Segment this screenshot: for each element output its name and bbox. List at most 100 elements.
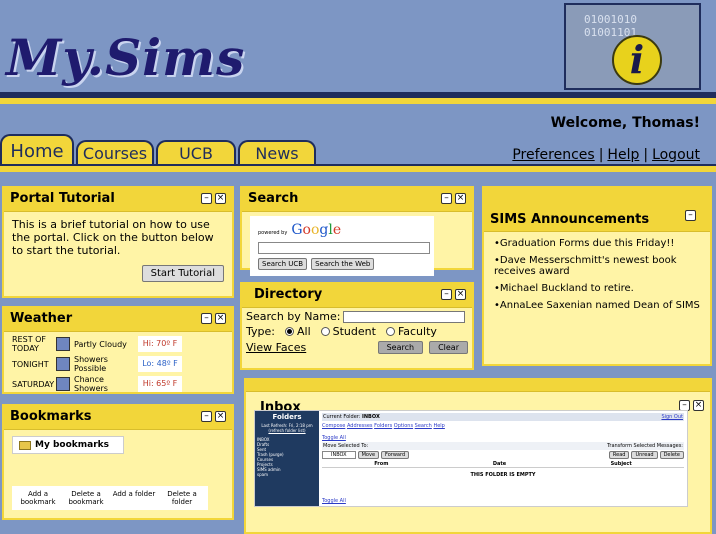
toggle-all-link[interactable]: Toggle All [322, 435, 684, 441]
minimize-icon[interactable]: – [201, 193, 212, 204]
tutorial-text: This is a brief tutorial on how to use t… [12, 218, 214, 257]
bookmarks-panel: Bookmarks – × My bookmarks Add a bookmar… [2, 404, 234, 520]
directory-clear-button[interactable]: Clear [429, 341, 468, 354]
folders-link[interactable]: Folders [374, 423, 392, 429]
start-tutorial-button[interactable]: Start Tutorial [141, 265, 224, 282]
bookmark-folder[interactable]: My bookmarks [12, 436, 124, 454]
radio-faculty[interactable] [385, 327, 395, 336]
minimize-icon[interactable]: – [201, 313, 212, 324]
compose-link[interactable]: Compose [322, 423, 345, 429]
panel-header: Search – × [242, 188, 472, 212]
name-search-input[interactable] [343, 310, 466, 323]
empty-folder-message: THIS FOLDER IS EMPTY [470, 472, 536, 478]
toggle-all-link-bottom[interactable]: Toggle All [322, 498, 346, 504]
search-web-button[interactable]: Search the Web [311, 258, 375, 270]
header-accent [0, 98, 716, 104]
radio-all[interactable] [284, 327, 294, 336]
close-icon[interactable]: × [215, 411, 226, 422]
announcement-item: •Dave Messerschmitt's newest book receiv… [494, 255, 677, 277]
panel-header [246, 380, 710, 392]
directory-search-button[interactable]: Search [377, 341, 424, 354]
unread-button[interactable]: Unread [631, 451, 658, 459]
logout-link[interactable]: Logout [652, 147, 700, 163]
announcements-panel: SIMS Announcements – •Graduation Forms d… [482, 186, 712, 366]
delete-bookmark-button[interactable]: Delete a bookmark [64, 490, 108, 506]
panel-title: Weather [10, 311, 73, 326]
tab-courses[interactable]: Courses [76, 140, 154, 166]
panel-title: Directory [254, 287, 323, 302]
announcement-item: •Michael Buckland to retire. [494, 283, 634, 294]
help-link[interactable]: Help [433, 423, 444, 429]
delete-folder-button[interactable]: Delete a folder [160, 490, 204, 506]
weather-condition: Partly Cloudy [74, 339, 127, 349]
options-link[interactable]: Options [394, 423, 413, 429]
type-label: Type: [246, 325, 275, 338]
folders-title: Folders [272, 413, 302, 421]
google-search-box: powered by Google Search UCB Search the … [250, 216, 434, 276]
mysims-logo: My.Sims [6, 28, 246, 87]
from-column[interactable]: From [374, 461, 388, 467]
close-icon[interactable]: × [215, 313, 226, 324]
date-column[interactable]: Date [493, 461, 506, 467]
inbox-panel: Inbox – × Folders Last Refresh: Fri, 2:1… [244, 378, 712, 534]
weather-temp: Hi: 65º F [138, 376, 182, 392]
read-button[interactable]: Read [608, 451, 630, 459]
weather-temp: Hi: 70º F [138, 336, 182, 352]
tab-news[interactable]: News [238, 140, 316, 166]
search-ucb-button[interactable]: Search UCB [258, 258, 308, 270]
delete-button[interactable]: Delete [659, 451, 684, 459]
minimize-icon[interactable]: – [441, 289, 452, 300]
minimize-icon[interactable]: – [441, 193, 452, 204]
help-link[interactable]: Help [607, 147, 639, 163]
announcement-item: •AnnaLee Saxenian named Dean of SIMS [494, 300, 700, 311]
panel-header: Directory – × [242, 284, 472, 308]
announcement-item: •Graduation Forms due this Friday!! [494, 238, 675, 249]
panel-title: Search [248, 191, 299, 206]
search-link[interactable]: Search [415, 423, 432, 429]
move-folder-select[interactable]: INBOX [322, 451, 356, 459]
view-faces-link[interactable]: View Faces [246, 341, 306, 354]
search-by-name-label: Search by Name: [246, 310, 341, 323]
weather-day: SATURDAY [12, 379, 55, 389]
search-panel: Search – × powered by Google Search UCB … [240, 186, 474, 276]
preferences-link[interactable]: Preferences [512, 147, 594, 163]
addresses-link[interactable]: Addresses [347, 423, 373, 429]
add-folder-button[interactable]: Add a folder [112, 490, 156, 506]
refresh-folder-link[interactable]: (refresh folder list) [257, 428, 317, 433]
directory-panel: Directory – × Search by Name: Type: All … [240, 282, 474, 370]
minimize-icon[interactable]: – [201, 411, 212, 422]
tab-home[interactable]: Home [0, 134, 74, 166]
weather-row: SATURDAY Chance Showers Hi: 65º F [12, 374, 224, 394]
weather-condition: Chance Showers [74, 375, 108, 393]
panel-title: SIMS Announcements [490, 212, 650, 227]
panel-title: Portal Tutorial [10, 191, 115, 206]
weather-condition: Showers Possible [74, 355, 108, 373]
minimize-icon[interactable]: – [685, 210, 696, 221]
folder-list: Folders Last Refresh: Fri, 2:18 pm (refr… [255, 411, 319, 506]
panel-title: Bookmarks [10, 409, 92, 424]
search-input[interactable] [258, 242, 430, 254]
powered-by-text: powered by [258, 230, 288, 236]
tab-ucb[interactable]: UCB [156, 140, 236, 166]
close-icon[interactable]: × [455, 193, 466, 204]
chance-showers-icon [56, 377, 70, 391]
weather-row: REST OF TODAY Partly Cloudy Hi: 70º F [12, 334, 224, 354]
subject-column[interactable]: Subject [611, 461, 632, 467]
weather-day: REST OF TODAY [12, 335, 47, 353]
weather-row: TONIGHT Showers Possible Lo: 48º F [12, 354, 224, 374]
move-button[interactable]: Move [357, 451, 380, 459]
showers-icon [56, 357, 70, 371]
forward-button[interactable]: Forward [381, 451, 410, 459]
folder-spam[interactable]: spam [257, 472, 317, 477]
close-icon[interactable]: × [693, 400, 704, 411]
close-icon[interactable]: × [455, 289, 466, 300]
bookmark-actions: Add a bookmark Delete a bookmark Add a f… [12, 486, 208, 510]
info-icon: i [612, 35, 662, 85]
add-bookmark-button[interactable]: Add a bookmark [16, 490, 60, 506]
info-graphic: 01001010 01001101 i [564, 3, 701, 90]
sign-out-link[interactable]: Sign Out [661, 414, 683, 420]
partly-cloudy-icon [56, 337, 70, 351]
panel-header: Bookmarks – × [4, 406, 232, 430]
radio-student[interactable] [320, 327, 330, 336]
close-icon[interactable]: × [215, 193, 226, 204]
